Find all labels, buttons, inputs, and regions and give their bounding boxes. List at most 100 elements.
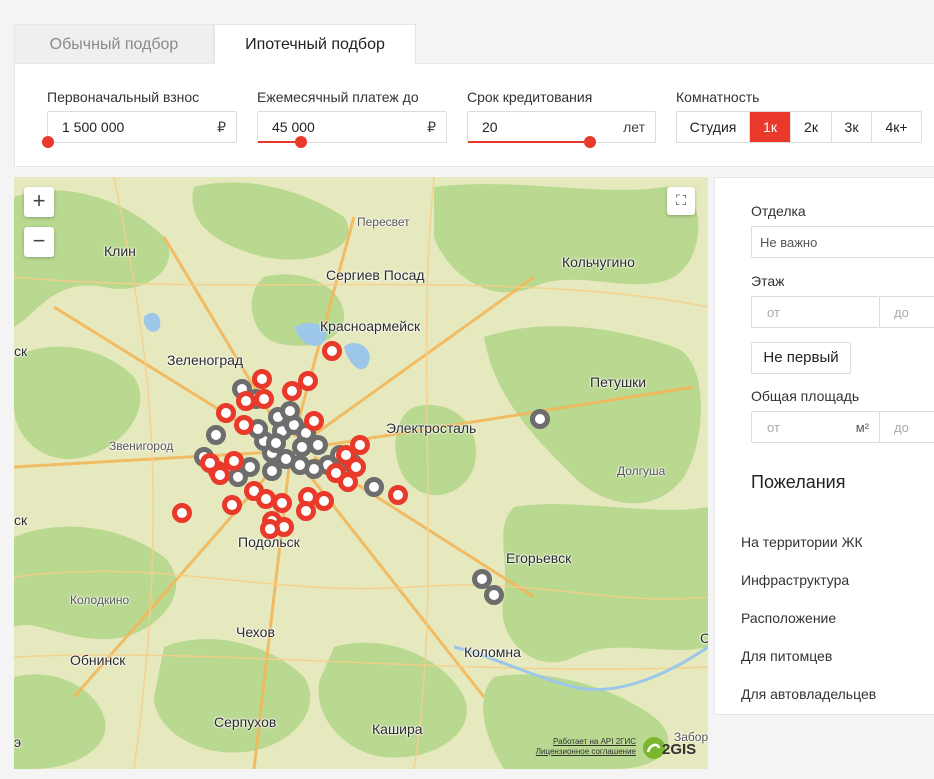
not-first-floor-button[interactable]: Не первый bbox=[751, 342, 851, 374]
floor-label: Этаж bbox=[751, 273, 785, 289]
down-payment-input[interactable]: 1 500 000 ₽ bbox=[42, 111, 237, 148]
map-town-label: Долгуша bbox=[617, 464, 666, 478]
map-pin-available[interactable] bbox=[254, 389, 274, 409]
wishes-heading: Пожелания bbox=[751, 472, 846, 492]
map-pin-unavailable[interactable] bbox=[530, 409, 550, 429]
map-pin-unavailable[interactable] bbox=[266, 433, 286, 453]
floor-from-placeholder: от bbox=[767, 305, 780, 320]
map-town-label: Сергиев Посад bbox=[326, 267, 425, 283]
mortgage-filter-panel: Первоначальный взнос 1 500 000 ₽ Ежемеся… bbox=[14, 63, 934, 167]
area-label: Общая площадь bbox=[751, 388, 860, 404]
map-pin-available[interactable] bbox=[322, 341, 342, 361]
rooms-option-4plus[interactable]: 4к+ bbox=[872, 112, 921, 142]
map-pin-available[interactable] bbox=[216, 403, 236, 423]
map-town-label: Чехов bbox=[236, 624, 275, 640]
wish-item-territory[interactable]: На территории ЖК bbox=[741, 534, 863, 550]
monthly-payment-label: Ежемесячный платеж до bbox=[257, 89, 419, 105]
map-pin-available[interactable] bbox=[304, 411, 324, 431]
loan-term-label: Срок кредитования bbox=[467, 89, 593, 105]
map-town-label: Зеленоград bbox=[167, 352, 244, 368]
map-pin-available[interactable] bbox=[314, 491, 334, 511]
2gis-logo-text: 2GIS bbox=[662, 741, 696, 758]
map-pin-available[interactable] bbox=[210, 465, 230, 485]
extra-filters-panel: Отделка Не важно Этаж от до Не первый Об… bbox=[714, 177, 934, 715]
wish-item-pets[interactable]: Для питомцев bbox=[741, 648, 832, 664]
map-pin-unavailable[interactable] bbox=[290, 455, 310, 475]
fullscreen-icon[interactable]: ⛶ bbox=[667, 187, 695, 215]
map-town-label: Клин bbox=[104, 243, 136, 259]
map-town-label: Колодкино bbox=[70, 593, 130, 607]
map-pin-unavailable[interactable] bbox=[364, 477, 384, 497]
area-from-input[interactable]: от м² bbox=[751, 411, 880, 443]
finish-select-value: Не важно bbox=[760, 235, 818, 250]
rooms-label: Комнатность bbox=[676, 89, 760, 105]
map-town-label: Петушки bbox=[590, 374, 647, 390]
monthly-payment-value: 45 000 bbox=[272, 119, 315, 135]
tab-mortgage-search[interactable]: Ипотечный подбор bbox=[214, 24, 416, 64]
map[interactable]: + − ⛶ Пересвет Клин Сергиев Посад Кольчу… bbox=[14, 177, 708, 769]
area-to-placeholder: до bbox=[894, 420, 909, 435]
map-town-label: Обнинск bbox=[70, 652, 126, 668]
map-town-label: Егорьевск bbox=[506, 550, 572, 566]
map-attribution[interactable]: Работает на API 2ГИС Лицензионное соглаш… bbox=[536, 737, 636, 757]
map-pin-available[interactable] bbox=[222, 495, 242, 515]
map-pin-available[interactable] bbox=[260, 519, 280, 539]
zoom-out-button[interactable]: − bbox=[24, 227, 54, 257]
map-town-label-edge: С bbox=[700, 630, 708, 646]
loan-term-unit: лет bbox=[623, 119, 645, 135]
loan-term-input[interactable]: 20 лет bbox=[467, 111, 656, 148]
map-attribution-license[interactable]: Лицензионное соглашение bbox=[536, 747, 636, 757]
map-town-label: Звенигород bbox=[109, 439, 174, 453]
map-town-label-edge: ск bbox=[14, 343, 28, 359]
finish-select[interactable]: Не важно bbox=[751, 226, 934, 258]
map-pin-available[interactable] bbox=[252, 369, 272, 389]
map-pin-available[interactable] bbox=[296, 501, 316, 521]
map-town-label: Электросталь bbox=[386, 420, 477, 436]
wish-item-car-owners[interactable]: Для автовладельцев bbox=[741, 686, 876, 702]
area-to-input[interactable]: до bbox=[879, 411, 934, 443]
rooms-option-2[interactable]: 2к bbox=[791, 112, 832, 142]
down-payment-slider-handle[interactable] bbox=[42, 136, 54, 148]
map-town-label: Кольчугино bbox=[562, 254, 635, 270]
finish-label: Отделка bbox=[751, 203, 806, 219]
loan-term-slider-fill bbox=[468, 141, 590, 143]
floor-to-input[interactable]: до bbox=[879, 296, 934, 328]
map-town-label: Пересвет bbox=[357, 215, 410, 229]
rooms-option-studio[interactable]: Студия bbox=[677, 112, 750, 142]
floor-to-placeholder: до bbox=[894, 305, 909, 320]
zoom-in-button[interactable]: + bbox=[24, 187, 54, 217]
loan-term-slider-handle[interactable] bbox=[583, 136, 596, 148]
ruble-icon: ₽ bbox=[427, 119, 436, 135]
map-pin-unavailable[interactable] bbox=[206, 425, 226, 445]
map-pin-available[interactable] bbox=[172, 503, 192, 523]
map-pin-available[interactable] bbox=[388, 485, 408, 505]
map-town-label: Красноармейск bbox=[320, 318, 421, 334]
floor-from-input[interactable]: от bbox=[751, 296, 880, 328]
page: Обычный подбор Ипотечный подбор Первонач… bbox=[0, 0, 934, 779]
map-pin-unavailable[interactable] bbox=[484, 585, 504, 605]
search-tabs: Обычный подбор Ипотечный подбор bbox=[14, 24, 416, 64]
area-from-placeholder: от bbox=[767, 420, 780, 435]
rooms-selector: Студия 1к 2к 3к 4к+ bbox=[676, 111, 922, 143]
map-pin-available[interactable] bbox=[236, 391, 256, 411]
tab-regular-search[interactable]: Обычный подбор bbox=[14, 24, 214, 64]
2gis-logo: 2GIS bbox=[643, 737, 696, 759]
map-pin-unavailable[interactable] bbox=[292, 437, 312, 457]
loan-term-value: 20 bbox=[482, 119, 498, 135]
map-pin-unavailable[interactable] bbox=[280, 401, 300, 421]
map-pin-available[interactable] bbox=[234, 415, 254, 435]
monthly-payment-slider-handle[interactable] bbox=[295, 136, 308, 148]
map-pin-available[interactable] bbox=[326, 463, 346, 483]
wish-item-infrastructure[interactable]: Инфраструктура bbox=[741, 572, 849, 588]
map-attribution-api[interactable]: Работает на API 2ГИС bbox=[536, 737, 636, 747]
ruble-icon: ₽ bbox=[217, 119, 226, 135]
map-pin-available[interactable] bbox=[272, 493, 292, 513]
map-pin-available[interactable] bbox=[282, 381, 302, 401]
map-town-label-edge: ск bbox=[14, 512, 28, 528]
monthly-payment-input[interactable]: 45 000 ₽ bbox=[257, 111, 447, 148]
rooms-option-1[interactable]: 1к bbox=[750, 112, 791, 142]
wish-item-location[interactable]: Расположение bbox=[741, 610, 836, 626]
map-town-label: Серпухов bbox=[214, 714, 277, 730]
rooms-option-3[interactable]: 3к bbox=[832, 112, 872, 142]
map-town-label: Коломна bbox=[464, 644, 521, 660]
